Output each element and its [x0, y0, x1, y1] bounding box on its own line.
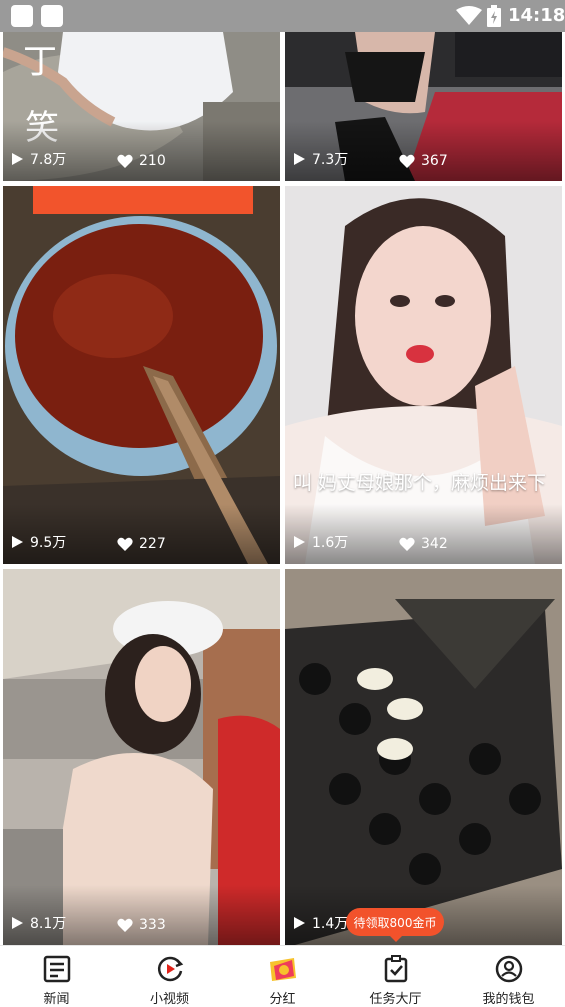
heart-icon: [399, 154, 415, 168]
video-card[interactable]: 7.3万 367: [285, 32, 562, 181]
clock: 14:18: [508, 5, 565, 26]
tab-wallet[interactable]: 我的钱包: [452, 946, 565, 1007]
wallet-icon: [495, 955, 522, 983]
play-icon: [12, 917, 23, 929]
video-grid: 丁 笑 7.8万 210 7.3万 367: [0, 32, 565, 945]
video-card[interactable]: 8.1万 333: [3, 569, 280, 945]
heart-icon: [117, 537, 133, 551]
tab-label: 小视频: [149, 992, 189, 1007]
tab-dividend[interactable]: 分红: [226, 946, 339, 1007]
video-card[interactable]: 9.5万 227: [3, 186, 280, 564]
tab-news[interactable]: 新闻: [0, 946, 113, 1007]
tab-task-hall[interactable]: 任务大厅: [339, 946, 452, 1007]
like-count: 342: [399, 536, 448, 552]
tab-label: 任务大厅: [369, 992, 422, 1007]
video-caption: 叫 妈丈母娘那个，麻烦出来下: [293, 472, 547, 494]
like-count: 333: [117, 917, 166, 933]
heart-icon: [117, 918, 133, 932]
notification-icon: [41, 5, 63, 27]
play-icon: [294, 536, 305, 548]
play-icon: [12, 536, 23, 548]
play-count: 1.4万: [293, 913, 348, 933]
tab-label: 新闻: [43, 992, 70, 1007]
video-card[interactable]: 1.4万: [285, 569, 562, 945]
play-icon: [12, 153, 23, 165]
news-icon: [43, 955, 70, 983]
tab-label: 我的钱包: [482, 992, 535, 1007]
notification-icon: [11, 5, 33, 27]
overlay-text: 丁: [23, 42, 57, 82]
play-icon: [294, 153, 305, 165]
play-count: 9.5万: [11, 532, 66, 552]
heart-icon: [399, 537, 415, 551]
heart-icon: [117, 154, 133, 168]
like-count: 210: [117, 153, 166, 169]
play-count: 1.6万: [293, 532, 348, 552]
tab-label: 分红: [269, 992, 296, 1007]
play-count: 7.8万: [11, 149, 66, 169]
video-card[interactable]: 叫 妈丈母娘那个，麻烦出来下 1.6万 342: [285, 186, 562, 564]
status-bar: 14:18: [0, 0, 565, 32]
short-video-icon: [157, 956, 183, 982]
coin-reward-tooltip[interactable]: 待领取800金币: [346, 908, 444, 942]
play-icon: [294, 917, 305, 929]
play-count: 8.1万: [11, 913, 66, 933]
battery-charging-icon: [487, 5, 501, 27]
tab-short-video[interactable]: 小视频: [113, 946, 226, 1007]
like-count: 227: [117, 536, 166, 552]
dividend-icon: [269, 958, 296, 981]
wifi-icon: [456, 6, 482, 25]
bottom-tab-bar: 新闻 小视频 分红 任务大厅 我的钱包: [0, 945, 565, 1007]
task-icon: [384, 955, 407, 983]
play-count: 7.3万: [293, 149, 348, 169]
like-count: 367: [399, 153, 448, 169]
video-card[interactable]: 丁 笑 7.8万 210: [3, 32, 280, 181]
